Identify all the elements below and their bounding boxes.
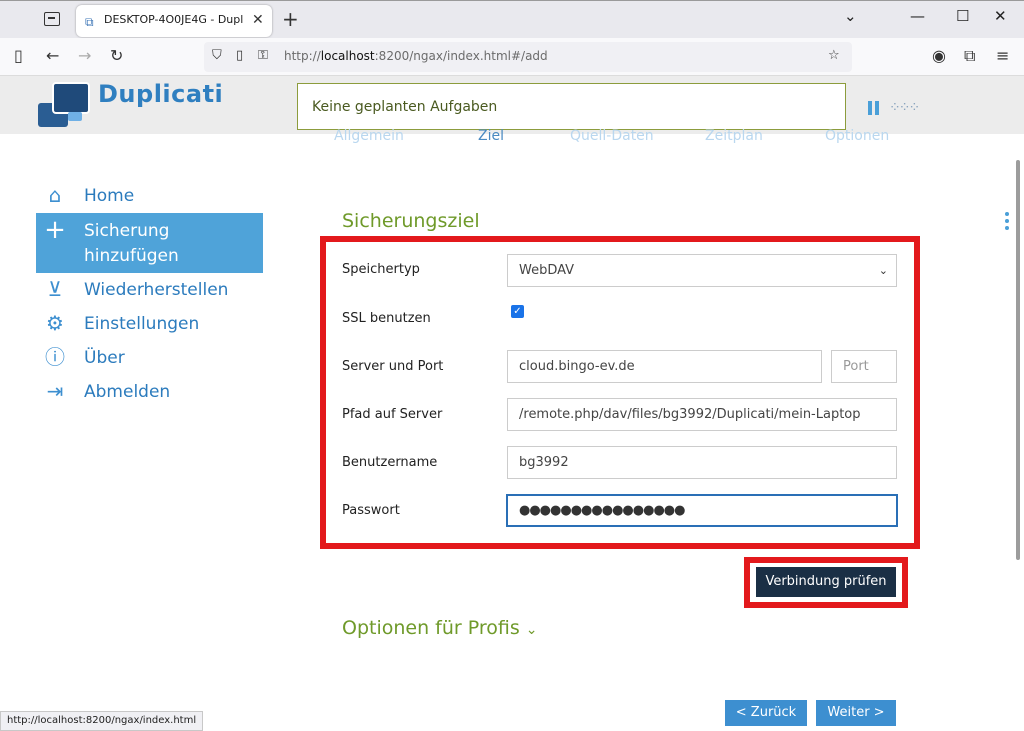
new-tab-icon[interactable]: +: [282, 7, 299, 31]
sidebar-item-label: Über: [84, 348, 125, 368]
plus-icon: +: [44, 215, 66, 245]
sidebar-item-about[interactable]: ⓘ Über: [36, 342, 263, 376]
status-link-tooltip: http://localhost:8200/ngax/index.html: [0, 711, 204, 731]
window-close-icon[interactable]: ✕: [994, 7, 1007, 25]
chevron-down-icon: ⌄: [525, 622, 538, 638]
sidebar-item-label: Wiederherstellen: [84, 280, 229, 300]
ssl-checkbox[interactable]: ✓: [511, 305, 524, 318]
section-title: Sicherungsziel: [342, 210, 480, 232]
back-arrow-icon[interactable]: ←: [46, 46, 59, 65]
menu-icon[interactable]: ≡: [996, 46, 1009, 65]
sidebar-item-restore[interactable]: ⊻ Wiederherstellen: [36, 274, 263, 308]
username-label: Benutzername: [342, 455, 438, 470]
key-icon[interactable]: ⚿: [258, 48, 268, 63]
shield-icon[interactable]: ⛉: [212, 48, 222, 63]
back-button[interactable]: < Zurück: [725, 700, 807, 726]
tab-favicon-icon: ⧉: [85, 15, 94, 29]
step-tab-schedule[interactable]: Zeitplan: [705, 128, 763, 144]
ssl-label: SSL benutzen: [342, 311, 431, 326]
app-header: Duplicati Keine geplanten Aufgaben ⁘⁘⁘: [0, 76, 1024, 134]
info-icon: ⓘ: [45, 345, 65, 369]
sidebar-item-logout[interactable]: ⇥ Abmelden: [36, 376, 263, 410]
sidebar-toggle-icon[interactable]: ▯: [14, 46, 23, 65]
tab-overflow-chevron-icon[interactable]: ⌄: [844, 7, 857, 25]
maximize-icon[interactable]: ☐: [956, 7, 969, 25]
logout-icon: ⇥: [46, 379, 64, 403]
storage-type-label: Speichertyp: [342, 262, 420, 277]
status-message: Keine geplanten Aufgaben: [312, 99, 498, 115]
step-tab-destination[interactable]: Ziel: [478, 128, 504, 144]
step-tab-general[interactable]: Allgemein: [334, 128, 404, 144]
restore-icon: ⊻: [47, 277, 63, 301]
password-input[interactable]: ●●●●●●●●●●●●●●●●: [506, 494, 898, 527]
browser-tab-bar: ⧉ DESKTOP-4O0JE4G - Duplicati ✕ + ⌄ — ☐ …: [0, 0, 1024, 38]
sidebar-item-home[interactable]: ⌂ Home: [36, 180, 263, 214]
step-tab-options[interactable]: Optionen: [825, 128, 889, 144]
chevron-down-icon: ⌄: [878, 264, 888, 277]
page-icon[interactable]: ▯: [236, 48, 243, 63]
bookmark-star-icon[interactable]: ☆: [828, 48, 840, 63]
next-button[interactable]: Weiter >: [816, 700, 896, 726]
page-scrollbar[interactable]: [1016, 160, 1020, 560]
status-box: Keine geplanten Aufgaben: [297, 83, 846, 130]
pause-icon[interactable]: [868, 101, 879, 115]
browser-nav-bar: ▯ ← → ↻ ⛉ ▯ ⚿ http://localhost:8200/ngax…: [0, 38, 1024, 76]
brand-name[interactable]: Duplicati: [98, 80, 223, 108]
sidebar-item-add-backup[interactable]: + Sicherung hinzufügen: [36, 213, 263, 273]
username-input[interactable]: bg3992: [507, 446, 897, 479]
url-text[interactable]: http://localhost:8200/ngax/index.html#/a…: [284, 49, 548, 63]
server-input[interactable]: cloud.bingo-ev.de: [507, 350, 822, 383]
reload-icon[interactable]: ↻: [110, 46, 123, 65]
path-label: Pfad auf Server: [342, 407, 443, 422]
sidebar-item-label: Abmelden: [84, 382, 171, 402]
throttle-icon[interactable]: ⁘⁘⁘: [889, 100, 920, 116]
path-input[interactable]: /remote.php/dav/files/bg3992/Duplicati/m…: [507, 398, 897, 431]
advanced-options-toggle[interactable]: Optionen für Profis ⌄: [342, 617, 538, 639]
step-tab-source-data[interactable]: Quell-Daten: [570, 128, 654, 144]
server-label: Server und Port: [342, 359, 444, 374]
home-icon: ⌂: [48, 183, 62, 207]
sidebar-item-label: Home: [84, 186, 135, 206]
minimize-icon[interactable]: —: [910, 7, 925, 25]
tab-list-icon[interactable]: [44, 12, 60, 26]
storage-type-select[interactable]: WebDAV ⌄: [507, 254, 897, 287]
tab-close-icon[interactable]: ✕: [252, 12, 264, 28]
sidebar-item-label: Sicherung hinzufügen: [84, 221, 179, 266]
verify-connection-button[interactable]: Verbindung prüfen: [756, 567, 896, 597]
kebab-menu-icon[interactable]: [1005, 212, 1009, 233]
account-icon[interactable]: ◉: [932, 46, 946, 65]
browser-tab[interactable]: ⧉ DESKTOP-4O0JE4G - Duplicati ✕: [76, 5, 272, 37]
url-bar[interactable]: ⛉ ▯ ⚿ http://localhost:8200/ngax/index.h…: [204, 42, 852, 72]
port-input[interactable]: Port: [831, 350, 897, 383]
tab-title: DESKTOP-4O0JE4G - Duplicati: [104, 13, 244, 26]
gear-icon: ⚙: [46, 311, 64, 335]
sidebar-item-settings[interactable]: ⚙ Einstellungen: [36, 308, 263, 342]
forward-arrow-icon[interactable]: →: [78, 46, 91, 65]
extensions-icon[interactable]: ⧉: [964, 46, 975, 66]
sidebar-item-label: Einstellungen: [84, 314, 200, 334]
password-label: Passwort: [342, 503, 400, 518]
